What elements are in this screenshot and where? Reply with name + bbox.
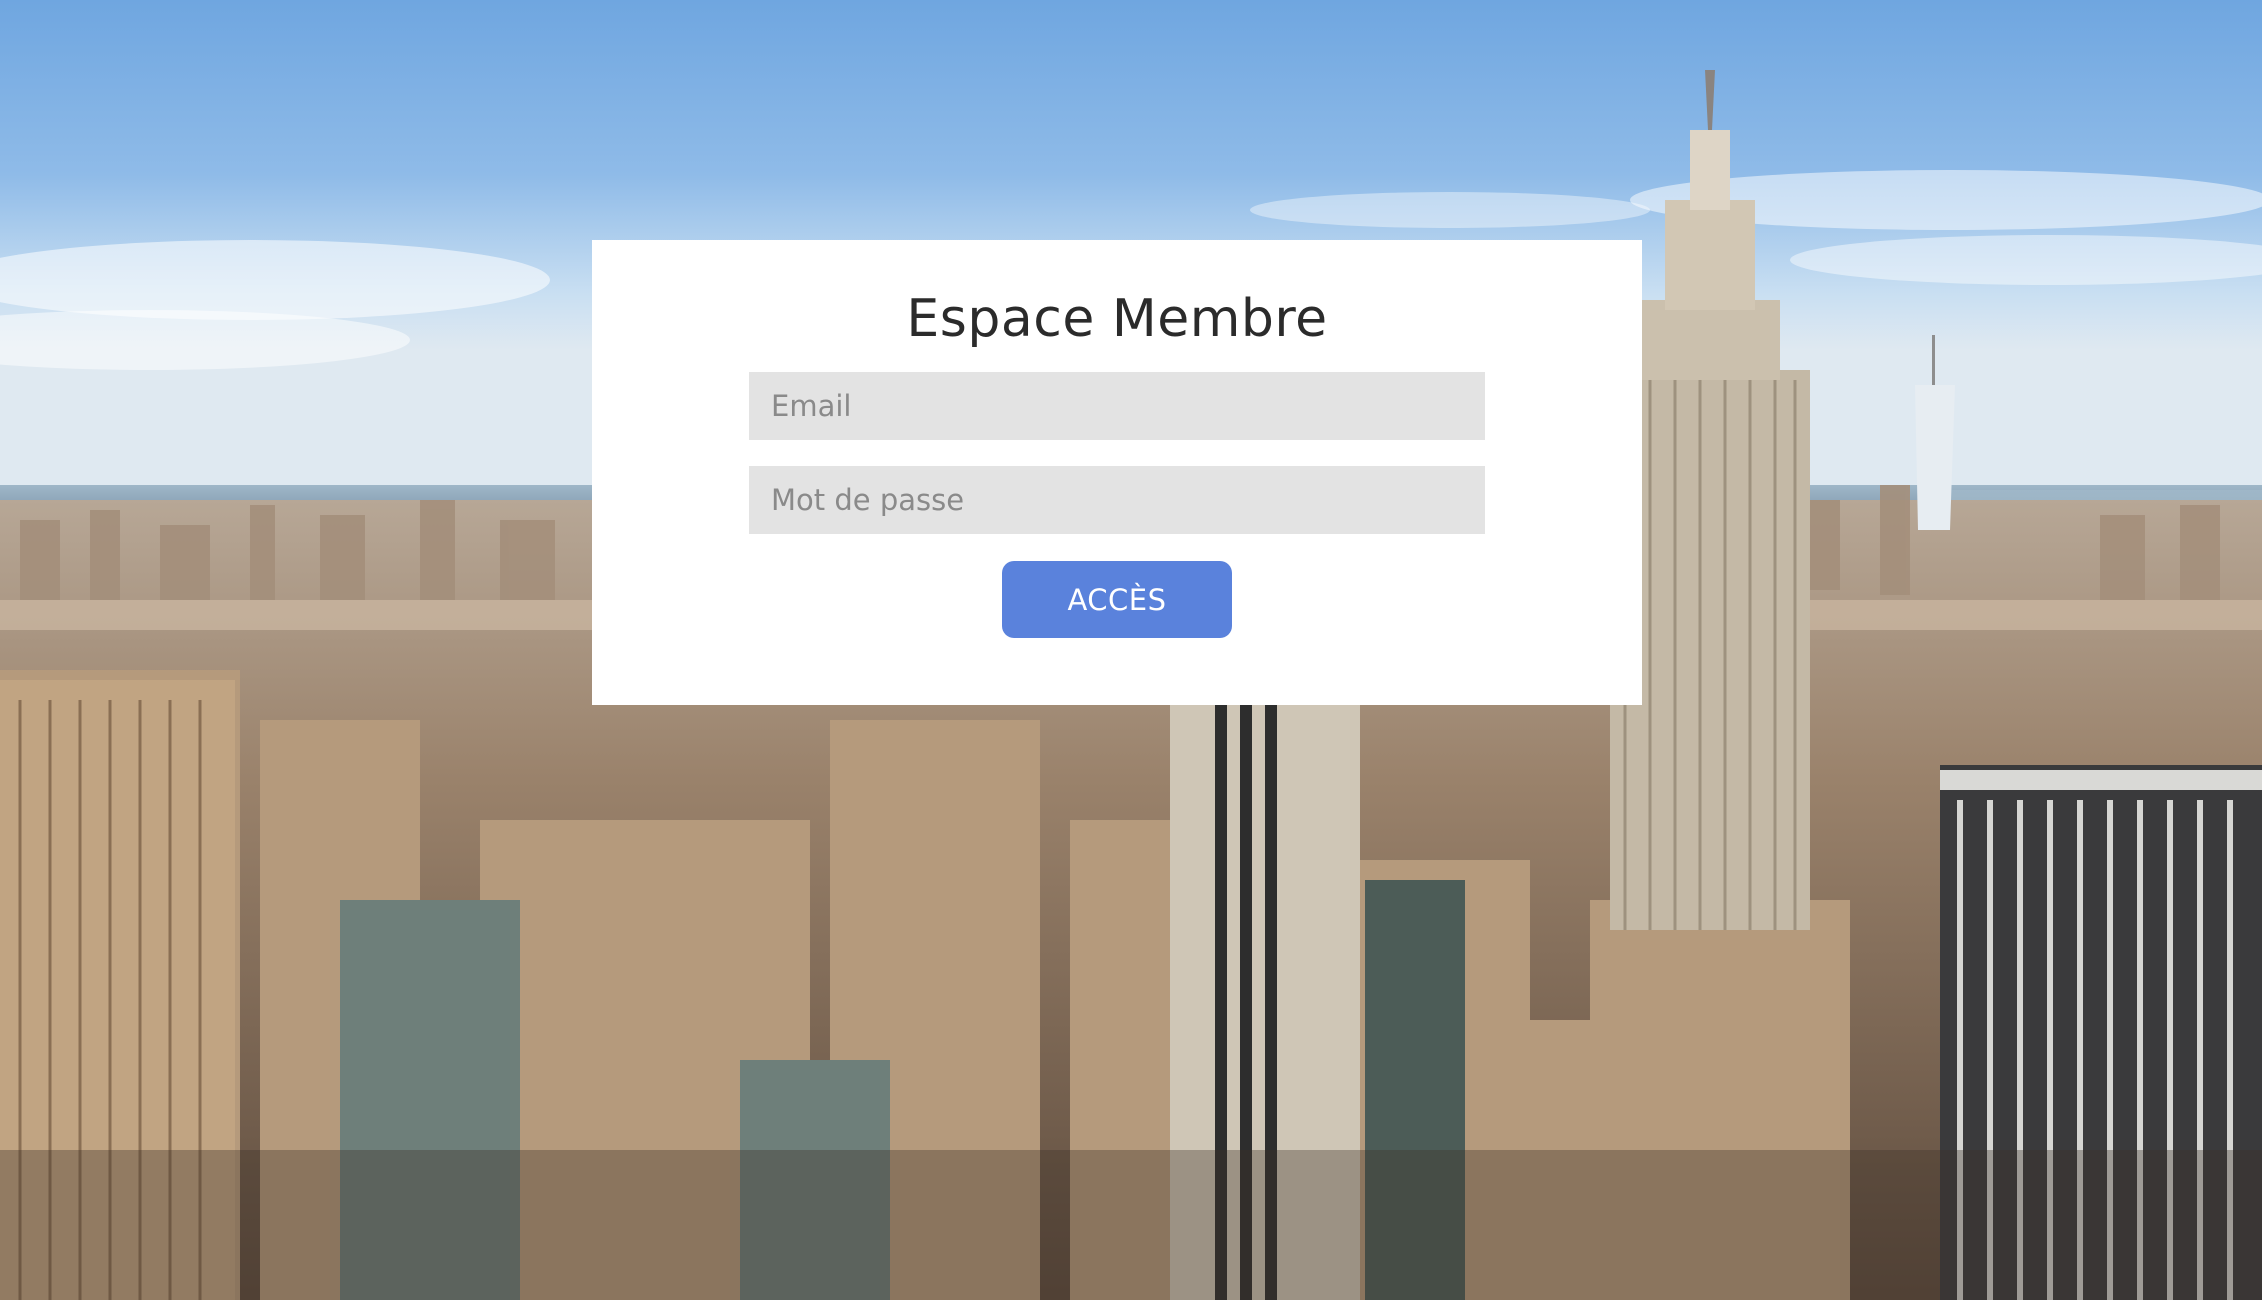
access-button[interactable]: ACCÈS	[1002, 561, 1232, 639]
login-form: ACCÈS	[749, 372, 1485, 639]
login-card: Espace Membre ACCÈS	[592, 240, 1642, 705]
password-input[interactable]	[749, 466, 1485, 535]
login-title: Espace Membre	[906, 289, 1328, 349]
email-input[interactable]	[749, 372, 1485, 441]
login-page: Espace Membre ACCÈS	[0, 0, 2262, 1300]
